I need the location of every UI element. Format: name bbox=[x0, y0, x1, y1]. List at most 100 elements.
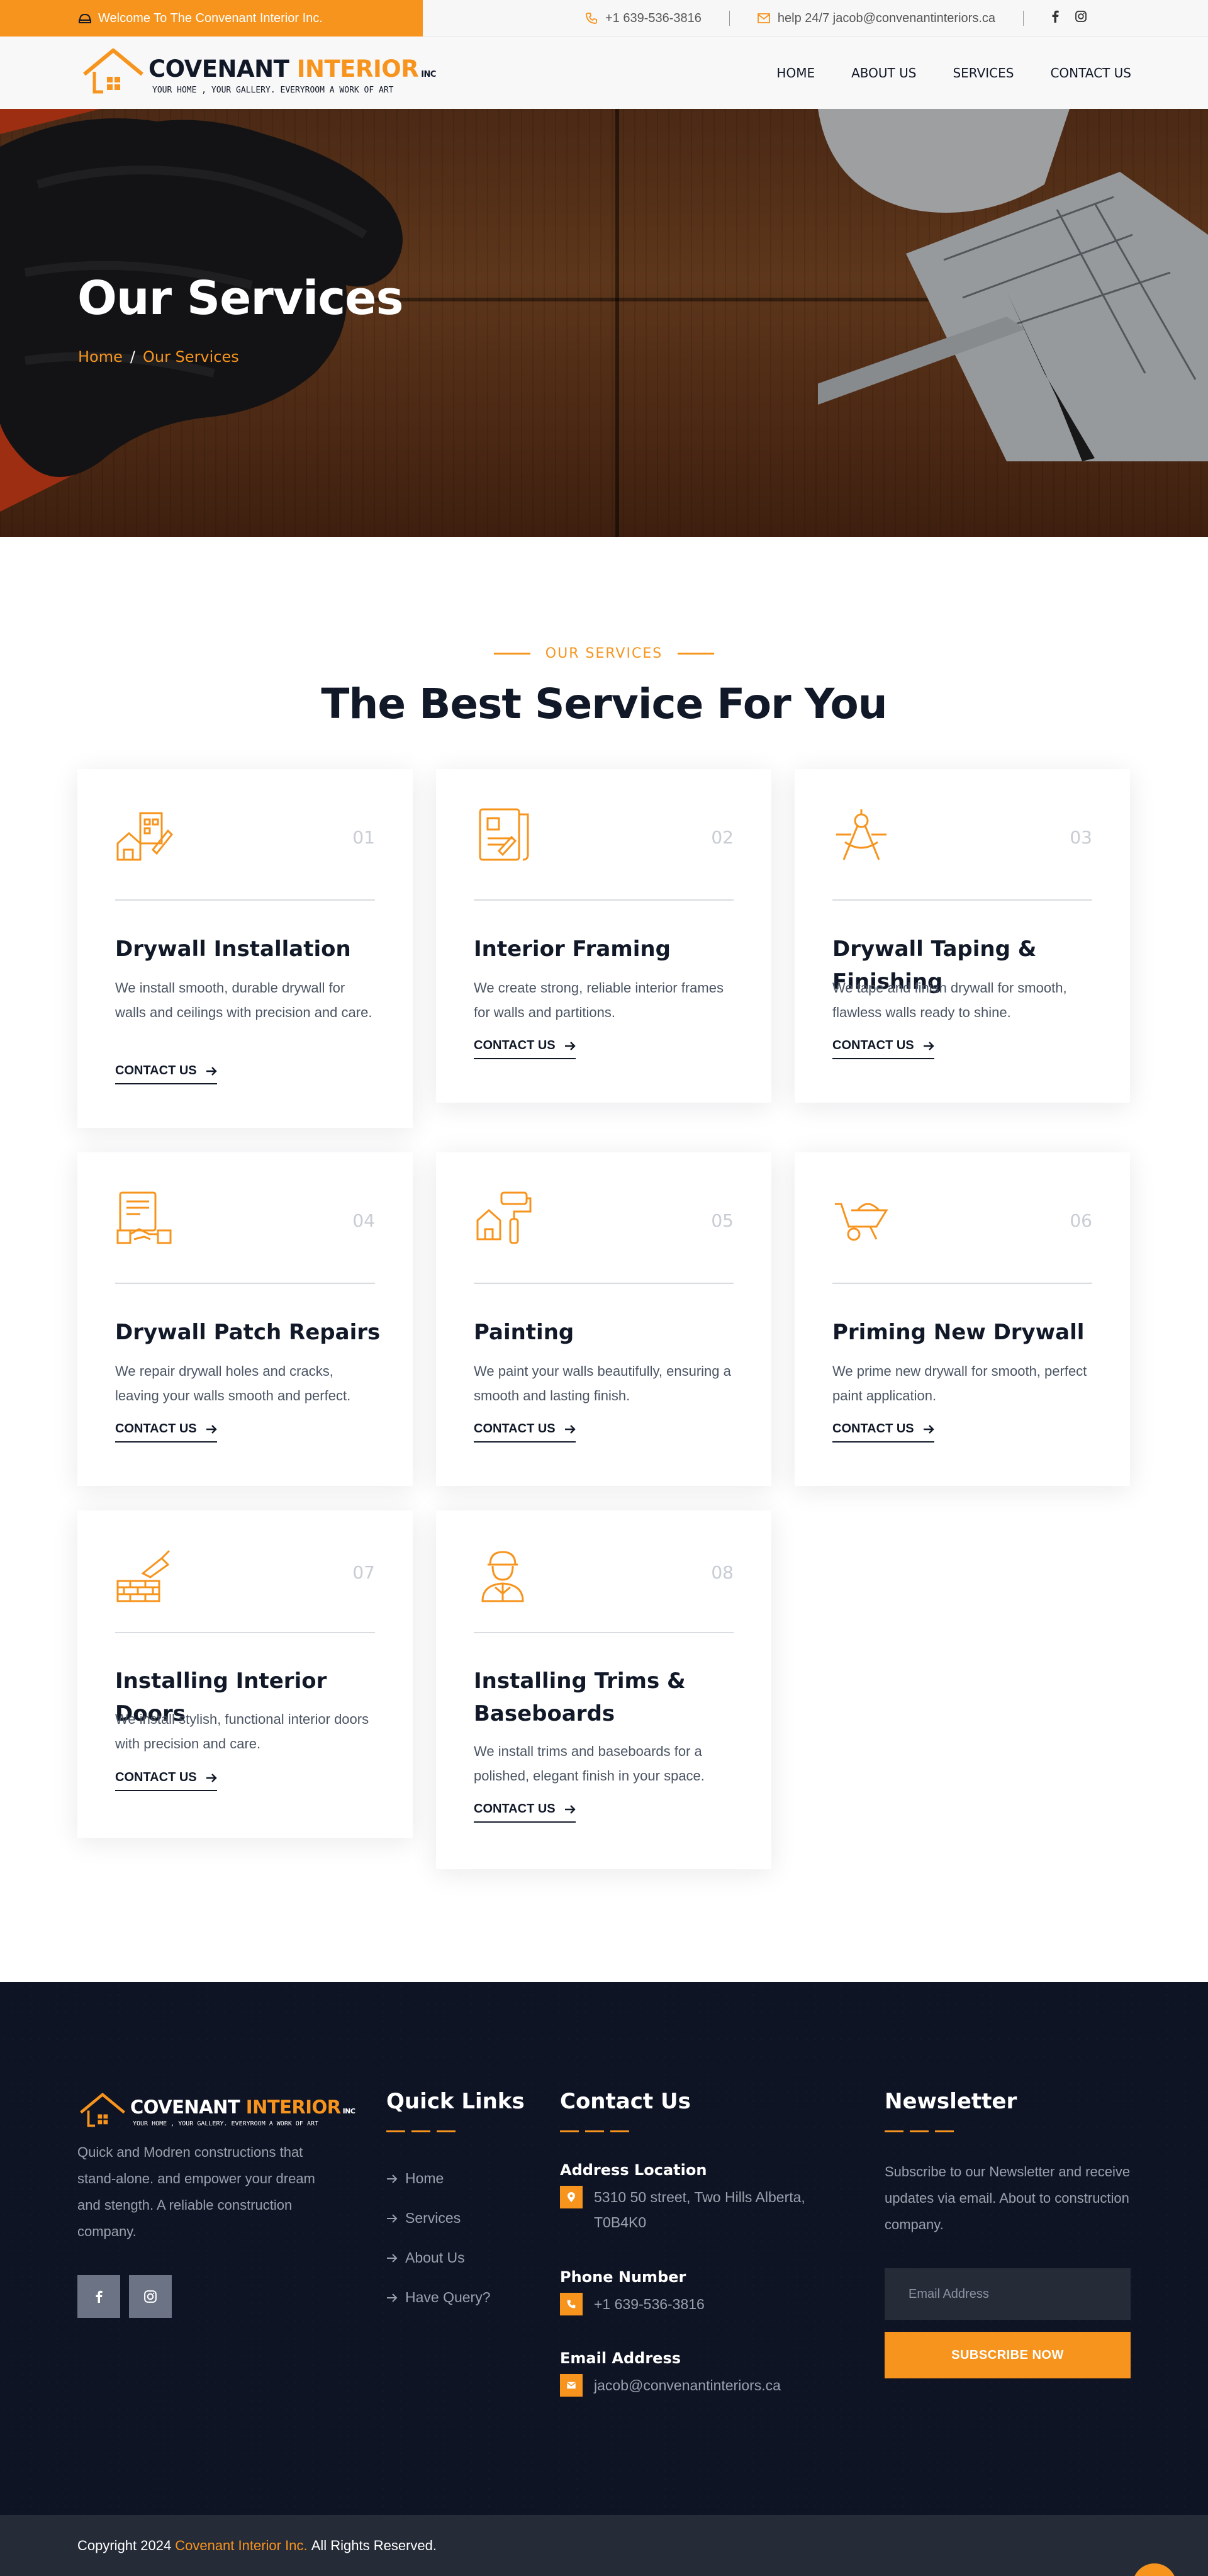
email-row[interactable]: jacob@convenantinteriors.ca bbox=[560, 2373, 849, 2398]
service-title: Priming New Drywall bbox=[832, 1320, 1085, 1345]
instagram-button[interactable] bbox=[129, 2275, 172, 2318]
subscribe-button[interactable]: SUBSCRIBE NOW bbox=[885, 2332, 1131, 2378]
quick-link-services[interactable]: Services bbox=[386, 2198, 491, 2238]
service-number: 03 bbox=[1070, 827, 1092, 848]
newsletter-text: Subscribe to our Newsletter and receive … bbox=[885, 2164, 1131, 2232]
title-underline bbox=[885, 2130, 955, 2132]
title-underline bbox=[386, 2130, 457, 2132]
quick-link-about-us[interactable]: About Us bbox=[386, 2238, 491, 2278]
compass-icon bbox=[836, 809, 886, 860]
section-heading: The Best Service For You bbox=[321, 680, 887, 728]
nav-home[interactable]: HOME bbox=[776, 65, 815, 81]
section-tagline: OUR SERVICES bbox=[0, 646, 1208, 661]
service-description: We install trims and baseboards for a po… bbox=[474, 1743, 705, 1784]
contact-us-link[interactable]: CONTACT US bbox=[115, 1064, 217, 1084]
newsletter-title: Newsletter bbox=[885, 2089, 1017, 2114]
blueprint-house-icon bbox=[116, 812, 173, 861]
arrow-right-icon bbox=[387, 2253, 398, 2263]
footer-logo-wordmark: COVENANT INTERIOR INC bbox=[130, 2096, 355, 2118]
divider bbox=[1023, 11, 1024, 26]
facebook-button[interactable] bbox=[77, 2275, 120, 2318]
service-card: 05 Painting We paint your walls beautifu… bbox=[436, 1152, 771, 1486]
phone-icon bbox=[586, 13, 597, 24]
contact-title: Contact Us bbox=[560, 2089, 691, 2114]
paint-roller-icon bbox=[476, 1191, 532, 1244]
facebook-icon[interactable] bbox=[1051, 10, 1059, 26]
service-number: 01 bbox=[352, 827, 375, 848]
email-text: jacob@convenantinteriors.ca bbox=[594, 2377, 781, 2393]
newsletter-email-input[interactable] bbox=[885, 2268, 1131, 2320]
quick-links-title: Quick Links bbox=[386, 2089, 525, 2114]
phone-icon bbox=[560, 2293, 583, 2315]
plans-drawing-icon bbox=[479, 808, 529, 861]
phone-row[interactable]: +1 639-536-3816 bbox=[560, 2292, 849, 2317]
copyright-brand-link[interactable]: Covenant Interior Inc. bbox=[175, 2538, 307, 2554]
address-label: Address Location bbox=[560, 2161, 707, 2179]
arrow-right-icon bbox=[387, 2293, 398, 2302]
welcome-banner: Welcome To The Convenant Interior Inc. bbox=[0, 0, 423, 37]
contact-us-link[interactable]: CONTACT US bbox=[832, 1422, 934, 1443]
logo-tagline: YOUR HOME , YOUR GALLERY. EVERYROOM A WO… bbox=[152, 86, 394, 95]
contact-us-link[interactable]: CONTACT US bbox=[474, 1802, 576, 1823]
facebook-icon bbox=[96, 2290, 103, 2303]
contact-us-link[interactable]: CONTACT US bbox=[115, 1770, 217, 1791]
quick-link-have-query[interactable]: Have Query? bbox=[386, 2278, 491, 2317]
top-bar: Welcome To The Convenant Interior Inc. +… bbox=[0, 0, 1208, 37]
hero-banner: Our Services Home / Our Services bbox=[0, 109, 1208, 537]
logo-wordmark: COVENANT INTERIOR INC bbox=[148, 55, 436, 82]
service-number: 02 bbox=[711, 827, 734, 848]
divider bbox=[115, 1283, 375, 1284]
service-description: We install stylish, functional interior … bbox=[115, 1711, 369, 1752]
contact-us-link[interactable]: CONTACT US bbox=[832, 1038, 934, 1059]
service-title: Drywall Patch Repairs bbox=[115, 1320, 381, 1345]
nav-contact-us[interactable]: CONTACT US bbox=[1050, 65, 1131, 81]
service-description: We paint your walls beautifully, ensurin… bbox=[474, 1363, 731, 1403]
worker-icon bbox=[481, 1551, 524, 1602]
arrow-right-icon bbox=[564, 1804, 576, 1814]
service-number: 07 bbox=[352, 1562, 375, 1583]
service-card: 01 Drywall Installation We install smoot… bbox=[77, 769, 413, 1128]
arrow-right-icon bbox=[564, 1041, 576, 1050]
top-email[interactable]: help 24/7 jacob@convenantinteriors.ca bbox=[758, 11, 995, 26]
instagram-icon[interactable] bbox=[1075, 11, 1087, 26]
service-card: 04 Drywall Patch Repairs We repair drywa… bbox=[77, 1152, 413, 1486]
service-title: Interior Framing bbox=[474, 936, 671, 962]
breadcrumb-separator: / bbox=[130, 348, 135, 366]
service-card: 02 Interior Framing We create strong, re… bbox=[436, 769, 771, 1103]
phone-label: Phone Number bbox=[560, 2268, 686, 2286]
breadcrumb-home[interactable]: Home bbox=[78, 348, 123, 366]
service-card: 06 Priming New Drywall We prime new dryw… bbox=[795, 1152, 1130, 1486]
contact-us-link[interactable]: CONTACT US bbox=[115, 1422, 217, 1443]
arrow-right-icon bbox=[206, 1424, 217, 1434]
footer-logo-tagline: YOUR HOME , YOUR GALLERY. EVERYROOM A WO… bbox=[133, 2120, 319, 2127]
divider bbox=[474, 1632, 734, 1633]
contact-us-link[interactable]: CONTACT US bbox=[474, 1038, 576, 1059]
phone-text: +1 639-536-3816 bbox=[594, 2296, 705, 2312]
footer-logo[interactable]: COVENANT INTERIOR INC YOUR HOME , YOUR GA… bbox=[77, 2093, 355, 2130]
quick-link-home[interactable]: Home bbox=[386, 2159, 491, 2198]
nav-about-us[interactable]: ABOUT US bbox=[851, 65, 916, 81]
breadcrumb: Home / Our Services bbox=[78, 348, 239, 366]
main-nav: HOME ABOUT US SERVICES CONTACT US bbox=[776, 37, 1131, 109]
nav-services[interactable]: SERVICES bbox=[953, 65, 1014, 81]
divider bbox=[832, 1283, 1092, 1284]
location-icon bbox=[560, 2186, 583, 2208]
service-number: 08 bbox=[711, 1562, 734, 1583]
contact-us-link[interactable]: CONTACT US bbox=[474, 1422, 576, 1443]
service-description: We prime new drywall for smooth, perfect… bbox=[832, 1363, 1087, 1403]
service-description: We repair drywall holes and cracks, leav… bbox=[115, 1363, 351, 1403]
copyright-bar: Copyright 2024 Covenant Interior Inc. Al… bbox=[0, 2515, 1208, 2576]
site-header: COVENANT INTERIOR INC YOUR HOME , YOUR GA… bbox=[0, 37, 1208, 109]
breadcrumb-current: Our Services bbox=[142, 348, 239, 366]
mail-icon bbox=[560, 2374, 583, 2397]
service-number: 06 bbox=[1070, 1210, 1092, 1231]
instagram-icon bbox=[144, 2290, 157, 2303]
copyright-text: Copyright 2024 Covenant Interior Inc. Al… bbox=[77, 2537, 437, 2554]
top-phone[interactable]: +1 639-536-3816 bbox=[585, 11, 702, 26]
site-logo[interactable]: COVENANT INTERIOR INC YOUR HOME , YOUR GA… bbox=[82, 48, 436, 98]
section-tagline-text: OUR SERVICES bbox=[545, 646, 663, 661]
top-email-text: help 24/7 jacob@convenantinteriors.ca bbox=[777, 11, 995, 25]
divider bbox=[115, 1632, 375, 1633]
site-footer: COVENANT INTERIOR INC YOUR HOME , YOUR GA… bbox=[0, 1982, 1208, 2515]
contract-handshake-icon bbox=[116, 1191, 172, 1244]
